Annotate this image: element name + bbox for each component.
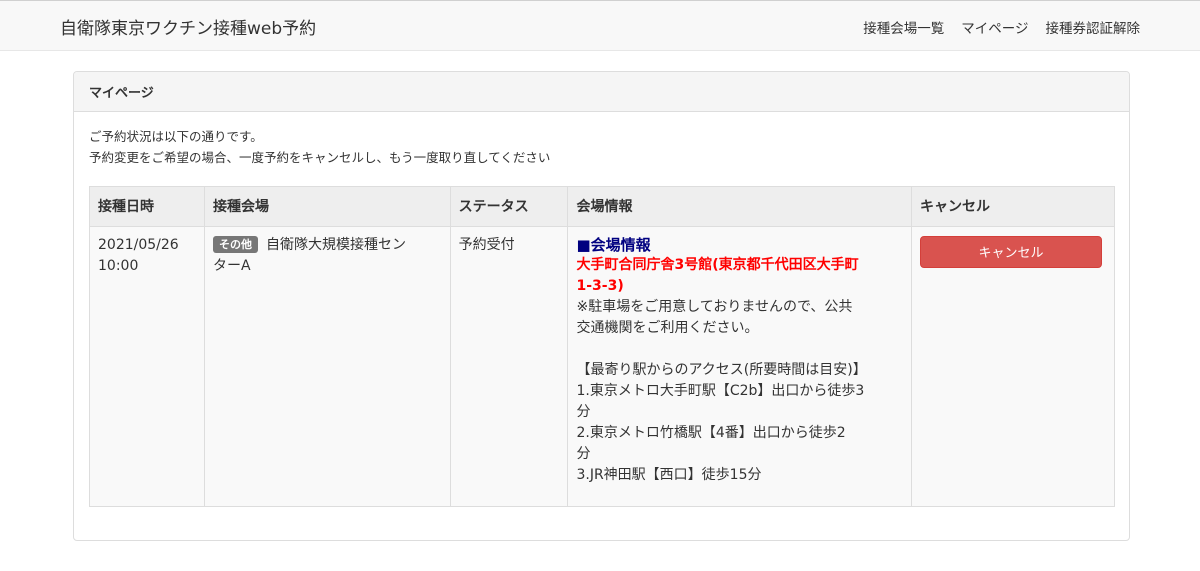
- brand-link[interactable]: 自衛隊東京ワクチン接種web予約: [60, 14, 316, 39]
- cell-status: 予約受付: [449, 226, 569, 507]
- reservation-date: 2021/05/26: [98, 237, 179, 253]
- intro-line-1: ご予約状況は以下の通りです。: [89, 129, 263, 144]
- venue-address-line-2: 1-3-3): [576, 278, 624, 294]
- header-venue-info: 会場情報: [567, 186, 912, 227]
- header-status: ステータス: [449, 186, 569, 227]
- cell-venue-info: ■会場情報 大手町合同庁舎3号館(東京都千代田区大手町 1-3-3) ※駐車場を…: [567, 226, 912, 507]
- venue-name-line-1: 自衛隊大規模接種セン: [265, 237, 406, 253]
- intro-text: ご予約状況は以下の通りです。 予約変更をご希望の場合、一度予約をキャンセルし、も…: [89, 126, 1114, 168]
- venue-name-line-2: ターA: [212, 258, 251, 274]
- parking-note-line-1: ※駐車場をご用意しておりませんので、公共: [576, 299, 853, 315]
- access-route-1-line-1: 1.東京メトロ大手町駅【C2b】出口から徒歩3: [576, 383, 865, 399]
- access-route-1-line-2: 分: [576, 404, 591, 420]
- panel-body: ご予約状況は以下の通りです。 予約変更をご希望の場合、一度予約をキャンセルし、も…: [74, 112, 1129, 182]
- venue-address-line-1: 大手町合同庁舎3号館(東京都千代田区大手町: [576, 257, 859, 273]
- intro-line-2: 予約変更をご希望の場合、一度予約をキャンセルし、もう一度取り直してください: [89, 150, 551, 165]
- access-heading: 【最寄り駅からのアクセス(所要時間は目安)】: [576, 362, 867, 378]
- table-header-row: 接種日時 接種会場 ステータス 会場情報 キャンセル: [89, 186, 1116, 227]
- access-route-3: 3.JR神田駅【西口】徒歩15分: [576, 467, 762, 483]
- cell-venue: その他 自衛隊大規模接種セン ターA: [203, 226, 451, 507]
- nav-link-mypage[interactable]: マイページ: [961, 17, 1028, 37]
- access-route-2-line-2: 分: [576, 446, 591, 462]
- nav-links: 接種会場一覧 マイページ 接種券認証解除: [863, 17, 1140, 37]
- reservation-table: 接種日時 接種会場 ステータス 会場情報 キャンセル 2021/05/26 10…: [89, 186, 1116, 507]
- reservation-time: 10:00: [98, 258, 139, 274]
- header-cancel: キャンセル: [910, 186, 1116, 227]
- navbar: 自衛隊東京ワクチン接種web予約 接種会場一覧 マイページ 接種券認証解除: [0, 0, 1200, 51]
- venue-info-heading: ■会場情報: [576, 236, 651, 254]
- nav-link-ticket-unlink[interactable]: 接種券認証解除: [1046, 17, 1141, 37]
- venue-category-badge: その他: [212, 236, 258, 253]
- cell-cancel: キャンセル: [910, 226, 1116, 507]
- cancel-button[interactable]: キャンセル: [919, 236, 1102, 268]
- parking-note-line-2: 交通機関をご利用ください。: [576, 320, 759, 336]
- cell-datetime: 2021/05/26 10:00: [89, 226, 205, 507]
- header-date: 接種日時: [89, 186, 205, 227]
- venue-name: その他 自衛隊大規模接種セン: [212, 235, 442, 256]
- header-venue: 接種会場: [203, 186, 451, 227]
- nav-link-venue-list[interactable]: 接種会場一覧: [863, 17, 944, 37]
- table-row: 2021/05/26 10:00 その他 自衛隊大規模接種セン ターA 予約受付 …: [89, 226, 1116, 507]
- panel-title: マイページ: [74, 72, 1129, 112]
- access-route-2-line-1: 2.東京メトロ竹橋駅【4番】出口から徒歩2: [576, 425, 846, 441]
- mypage-panel: マイページ ご予約状況は以下の通りです。 予約変更をご希望の場合、一度予約をキャ…: [73, 71, 1130, 541]
